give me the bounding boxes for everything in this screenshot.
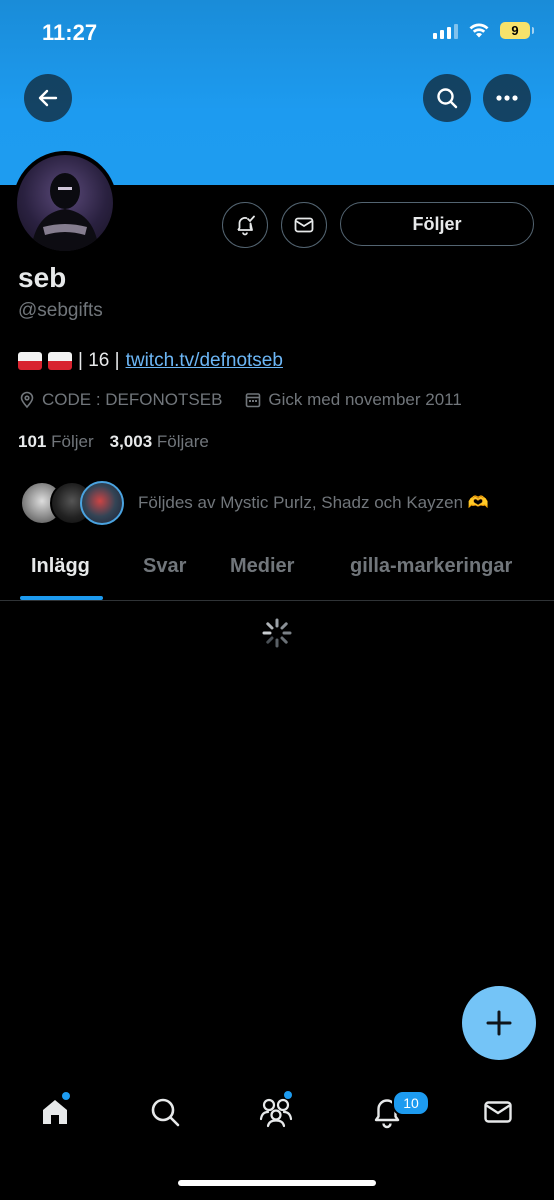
status-bar: 11:27 9 (0, 0, 554, 68)
communities-icon (259, 1098, 293, 1128)
signal-icon (433, 23, 458, 39)
tab-likes[interactable]: gilla-markeringar (350, 555, 512, 578)
home-unread-dot (62, 1092, 70, 1100)
followed-by-row[interactable]: Följdes av Mystic Purlz, Shadz och Kayze… (20, 481, 489, 525)
search-icon (151, 1098, 180, 1127)
followers-count: 3,003 (109, 432, 153, 451)
notify-button[interactable] (222, 202, 268, 248)
nav-search[interactable] (145, 1092, 185, 1132)
poland-flag-icon (18, 352, 42, 370)
bio-link[interactable]: twitch.tv/defnotseb (126, 350, 283, 372)
loading-spinner-icon (262, 618, 292, 648)
notifications-badge: 10 (392, 1090, 430, 1116)
back-button[interactable] (24, 74, 72, 122)
profile-meta: CODE : DEFONOTSEB Gick med november 2011 (18, 390, 484, 410)
profile-avatar[interactable] (13, 151, 117, 255)
battery-icon: 9 (500, 22, 534, 39)
compose-button[interactable] (462, 986, 536, 1060)
following-count-link[interactable]: 101 Följer (18, 432, 94, 452)
tab-replies[interactable]: Svar (143, 555, 186, 578)
following-button[interactable]: Följer (340, 202, 534, 246)
tab-posts[interactable]: Inlägg (31, 555, 90, 578)
following-label: Följer (51, 432, 94, 451)
active-tab-indicator (20, 596, 103, 600)
bell-check-icon (237, 215, 255, 236)
messages-icon (484, 1101, 512, 1123)
message-button[interactable] (281, 202, 327, 248)
arrow-left-icon (38, 89, 58, 107)
profile-bio: | 16 | twitch.tv/defnotseb (18, 350, 283, 372)
profile-handle: @sebgifts (18, 300, 103, 321)
poland-flag-icon (48, 352, 72, 370)
profile-tabs: Inlägg Svar Medier gilla-markeringar (0, 550, 554, 601)
communities-unread-dot (284, 1091, 292, 1099)
following-count: 101 (18, 432, 47, 451)
location-text: CODE : DEFONOTSEB (42, 390, 223, 409)
mail-icon (294, 217, 314, 233)
profile-name: seb (18, 262, 67, 293)
bio-text: | 16 | (78, 350, 120, 371)
location-icon (20, 391, 34, 409)
home-icon (43, 1100, 67, 1124)
tab-media[interactable]: Medier (230, 555, 294, 578)
wifi-icon (469, 23, 489, 38)
bottom-nav (0, 1080, 554, 1150)
search-button[interactable] (423, 74, 471, 122)
followers-count-link[interactable]: 3,003 Följare (110, 432, 209, 452)
nav-messages[interactable] (478, 1092, 518, 1132)
follower-avatar (80, 481, 124, 525)
more-icon (496, 95, 518, 101)
search-icon (437, 88, 458, 109)
plus-icon (486, 1010, 512, 1036)
home-indicator (178, 1180, 376, 1186)
joined-text: Gick med november 2011 (268, 390, 462, 409)
status-time: 11:27 (42, 20, 98, 45)
followed-by-text: Följdes av Mystic Purlz, Shadz och Kayze… (138, 493, 489, 512)
followers-label: Följare (156, 432, 209, 451)
more-button[interactable] (483, 74, 531, 122)
calendar-icon (246, 393, 261, 408)
